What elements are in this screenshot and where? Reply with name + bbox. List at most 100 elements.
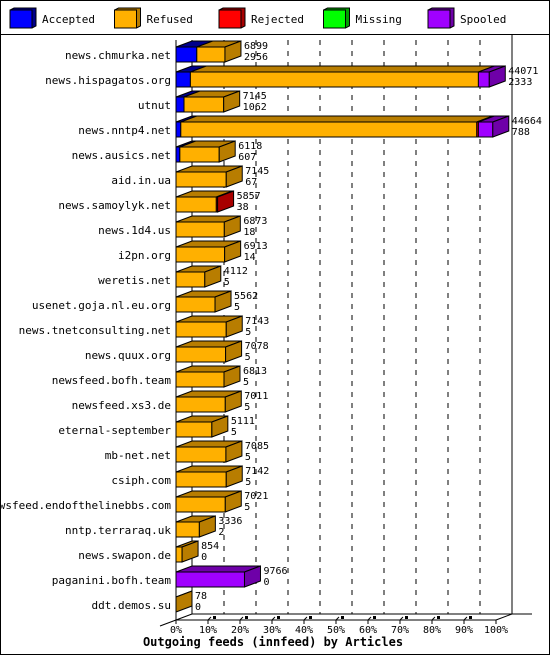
accepted-value-label: 1062 bbox=[243, 102, 267, 113]
accepted-value-label: 5 bbox=[231, 427, 237, 438]
bar-segment-refused bbox=[175, 371, 225, 388]
category-label: news.1d4.us bbox=[98, 224, 171, 237]
x-axis-label: Outgoing feeds (innfeed) by Articles bbox=[143, 635, 403, 649]
floor-right-edge bbox=[495, 613, 513, 621]
bar-segment-refused bbox=[175, 221, 225, 238]
category-label: utnut bbox=[138, 99, 171, 112]
x-tick-marker bbox=[405, 616, 408, 619]
bar-segment-refused bbox=[175, 396, 226, 413]
legend-item-spooled: Spooled bbox=[427, 7, 506, 29]
offered-value-label: 4112 bbox=[224, 266, 248, 277]
legend-swatch bbox=[9, 9, 33, 29]
legend-label: Missing bbox=[356, 13, 402, 26]
category-label: i2pn.org bbox=[118, 249, 171, 262]
accepted-value-label: 5 bbox=[244, 402, 250, 413]
accepted-value-label: 2 bbox=[218, 527, 224, 538]
legend-label: Spooled bbox=[460, 13, 506, 26]
bar-row-i2pn-org: i2pn.org 691314 bbox=[118, 240, 268, 263]
bar-row-newsfeed-bofh-team: newsfeed.bofh.team 68135 bbox=[52, 365, 267, 388]
bar-segment-accepted bbox=[175, 146, 181, 163]
bar-row-news-swapon-de: news.swapon.de 8540 bbox=[78, 540, 219, 563]
category-label: news.hispagatos.org bbox=[45, 74, 171, 87]
category-label: news.quux.org bbox=[85, 349, 171, 362]
offered-value-label: 5857 bbox=[237, 191, 261, 202]
offered-value-label: 6913 bbox=[244, 241, 268, 252]
bar-row-ddt-demos-su: ddt.demos.su 780 bbox=[92, 590, 207, 613]
legend-item-rejected: Rejected bbox=[218, 7, 304, 29]
offered-value-label: 7021 bbox=[244, 491, 268, 502]
offered-value-label: 5111 bbox=[231, 416, 255, 427]
bar-segment-refused bbox=[175, 346, 227, 363]
offered-value-label: 7145 bbox=[243, 91, 267, 102]
accepted-value-label: 5 bbox=[243, 377, 249, 388]
bar-segment-accepted bbox=[175, 71, 191, 88]
accepted-value-label: 5 bbox=[234, 302, 240, 313]
category-label: newsfeed.endofthelinebbs.com bbox=[0, 499, 171, 512]
x-axis: 0% 10% 20% 30% 40% 50% 60% 70% 80% 90% 100% bbox=[159, 613, 532, 636]
bar-segment-refused bbox=[183, 96, 225, 113]
legend-swatch bbox=[218, 9, 242, 29]
bar-row-weretis-net: weretis.net 41125 bbox=[98, 265, 248, 288]
category-label: usenet.goja.nl.eu.org bbox=[32, 299, 171, 312]
offered-value-label: 7078 bbox=[245, 341, 269, 352]
category-label: newsfeed.bofh.team bbox=[52, 374, 172, 387]
bar-row-aid-in-ua: aid.in.ua 714567 bbox=[111, 165, 269, 188]
accepted-value-label: 5 bbox=[224, 277, 230, 288]
accepted-value-label: 2333 bbox=[508, 77, 532, 88]
category-label: paganini.bofh.team bbox=[52, 574, 172, 587]
bar-top-refused bbox=[180, 115, 493, 123]
bar-row-eternal-september: eternal-september 51115 bbox=[58, 415, 255, 438]
category-label: mb-net.net bbox=[105, 449, 171, 462]
accepted-value-label: 5 bbox=[245, 452, 251, 463]
offered-value-label: 9766 bbox=[263, 566, 287, 577]
x-tick-marker bbox=[213, 616, 216, 619]
offered-value-label: 78 bbox=[195, 591, 207, 602]
bar-segment-refused bbox=[175, 296, 216, 313]
offered-value-label: 7011 bbox=[244, 391, 268, 402]
bar-row-news-samoylyk-net: news.samoylyk.net 585738 bbox=[58, 190, 261, 213]
legend-item-accepted: Accepted bbox=[9, 7, 95, 29]
legend-item-missing: Missing bbox=[323, 7, 402, 29]
x-tick-marker bbox=[277, 616, 280, 619]
bar-row-usenet-goja-nl-eu-org: usenet.goja.nl.eu.org 55625 bbox=[32, 290, 258, 313]
x-tick-marker bbox=[341, 616, 344, 619]
x-tick-marker bbox=[373, 616, 376, 619]
offered-value-label: 3336 bbox=[218, 516, 242, 527]
category-label: news.tnetconsulting.net bbox=[19, 324, 171, 337]
category-label: news.ausics.net bbox=[72, 149, 171, 162]
legend-swatch bbox=[114, 9, 137, 29]
bar-segment-refused bbox=[180, 121, 478, 138]
bar-row-newsfeed-endofthelinebbs-com: newsfeed.endofthelinebbs.com 70215 bbox=[0, 490, 268, 513]
bar-row-paganini-bofh-team: paganini.bofh.team 97660 bbox=[52, 565, 288, 588]
x-tick-marker bbox=[309, 616, 312, 619]
accepted-value-label: 2956 bbox=[244, 52, 268, 63]
legend: Accepted Refused Rejected Missing Spooled bbox=[9, 7, 506, 29]
x-tick-marker bbox=[469, 616, 472, 619]
offered-value-label: 7145 bbox=[245, 166, 269, 177]
x-tick-label: 80% bbox=[423, 625, 441, 636]
legend-label: Accepted bbox=[42, 13, 95, 26]
accepted-value-label: 14 bbox=[244, 252, 256, 263]
bar-row-newsfeed-xs3-de: newsfeed.xs3.de 70115 bbox=[72, 390, 268, 413]
bar-segment-refused bbox=[175, 546, 183, 563]
bar-segment-accepted bbox=[175, 121, 182, 138]
offered-value-label: 44664 bbox=[512, 116, 542, 127]
bar-segment-refused bbox=[175, 321, 227, 338]
bar-segment-refused bbox=[189, 71, 479, 88]
bar-segment-refused bbox=[175, 171, 227, 188]
bar-segment-spooled bbox=[175, 571, 245, 588]
bar-row-news-1d4-us: news.1d4.us 687318 bbox=[98, 215, 267, 238]
bar-segment-refused bbox=[175, 421, 213, 438]
bar-row-news-nntp4-net: news.nntp4.net 44664788 bbox=[78, 115, 542, 138]
offered-value-label: 7142 bbox=[245, 466, 269, 477]
bar-row-utnut: utnut 71451062 bbox=[138, 90, 267, 113]
chart: Accepted Refused Rejected Missing Spooled ne… bbox=[0, 7, 542, 649]
bar-segment-refused bbox=[175, 471, 227, 488]
bar-row-csiph-com: csiph.com 71425 bbox=[111, 465, 269, 488]
bar-segment-spooled bbox=[477, 121, 494, 138]
bar-side-refused bbox=[175, 590, 193, 613]
category-label: weretis.net bbox=[98, 274, 171, 287]
legend-label: Rejected bbox=[251, 13, 304, 26]
bar-segment-spooled bbox=[477, 71, 490, 88]
accepted-value-label: 5 bbox=[245, 327, 251, 338]
